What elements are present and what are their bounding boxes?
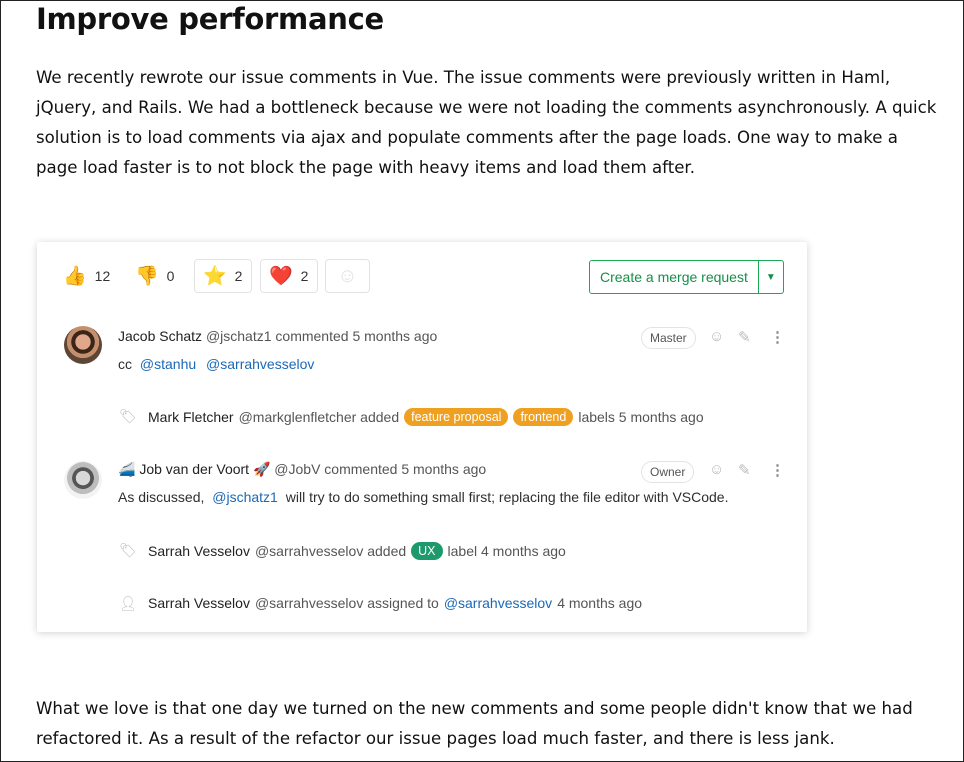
create-merge-request-button[interactable]: Create a merge request <box>590 261 758 293</box>
label-badge[interactable]: UX <box>411 542 443 560</box>
note-body: As discussed, @jschatz1 will try to do s… <box>118 489 728 505</box>
avatar[interactable] <box>64 326 102 364</box>
caret-down-icon: ▼ <box>765 271 776 283</box>
merge-request-dropdown-toggle[interactable]: ▼ <box>757 261 783 293</box>
award-bar: 👍 12 👎 0 ⭐ 2 ❤️ 2 ☺ Create a merge reque… <box>37 242 807 312</box>
user-mention[interactable]: @sarrahvesselov <box>444 595 552 611</box>
system-note: 🏷︎ Sarrah Vesselov @sarrahvesselov added… <box>37 540 807 562</box>
award-count: 2 <box>234 268 243 284</box>
system-note-text: Sarrah Vesselov @sarrahvesselov added UX… <box>148 542 566 560</box>
label-badge[interactable]: frontend <box>513 408 574 426</box>
award-heart[interactable]: ❤️ 2 <box>260 259 318 293</box>
note-text: cc <box>118 356 132 372</box>
intro-paragraph: We recently rewrote our issue comments i… <box>36 68 937 177</box>
closing-paragraph: What we love is that one day we turned o… <box>36 699 913 748</box>
system-note-suffix: labels 5 months ago <box>578 409 704 425</box>
system-note-text: Sarrah Vesselov @sarrahvesselov assigned… <box>148 595 642 611</box>
add-reaction-icon[interactable]: ☺ <box>709 461 724 478</box>
author-handle: @sarrahvesselov added <box>254 543 407 559</box>
author-handle: @markglenfletcher added <box>238 409 400 425</box>
award-thumbsup[interactable]: 👍 12 <box>63 259 110 293</box>
label-badge[interactable]: feature proposal <box>404 408 509 426</box>
user-mention[interactable]: @stanhu <box>140 356 196 372</box>
author-handle: @sarrahvesselov assigned to <box>254 595 439 611</box>
author-name[interactable]: Job van der Voort <box>139 461 249 477</box>
tag-icon: 🏷︎ <box>119 542 137 558</box>
author-name[interactable]: Mark Fletcher <box>148 409 234 425</box>
heart-icon: ❤️ <box>269 265 293 287</box>
user-icon: 👤︎ <box>119 595 137 611</box>
user-mention[interactable]: @sarrahvesselov <box>206 356 314 372</box>
note-meta: @JobV commented 5 months ago <box>274 461 487 477</box>
system-note-text: Mark Fletcher @markglenfletcher added fe… <box>148 408 704 426</box>
role-badge: Master <box>641 327 696 349</box>
note-text: As discussed, <box>118 489 205 505</box>
more-actions-icon[interactable]: ⋮ <box>770 461 785 479</box>
award-count: 2 <box>300 268 309 284</box>
page-title: Improve performance <box>36 2 384 36</box>
note-header: Jacob Schatz @jschatz1 commented 5 month… <box>118 328 437 344</box>
tag-icon: 🏷︎ <box>119 408 137 424</box>
award-count: 12 <box>94 268 111 284</box>
system-note: 🏷︎ Mark Fletcher @markglenfletcher added… <box>37 406 807 428</box>
role-badge: Owner <box>641 461 695 483</box>
issue-comments-screenshot: 👍 12 👎 0 ⭐ 2 ❤️ 2 ☺ Create a merge reque… <box>37 242 807 632</box>
add-reaction-icon[interactable]: ☺ <box>709 328 724 345</box>
award-thumbsdown[interactable]: 👎 0 <box>135 259 174 293</box>
rocket-icon: 🚀 <box>252 461 271 477</box>
note-header: 🚄 Job van der Voort 🚀 @JobV commented 5 … <box>118 461 486 478</box>
more-actions-icon[interactable]: ⋮ <box>770 328 785 346</box>
note-text: will try to do something small first; re… <box>285 489 729 505</box>
star-icon: ⭐ <box>203 265 227 287</box>
thumbsdown-icon: 👎 <box>135 265 159 287</box>
user-mention[interactable]: @jschatz1 <box>212 489 278 505</box>
system-note-suffix: label 4 months ago <box>447 543 566 559</box>
award-star[interactable]: ⭐ 2 <box>194 259 252 293</box>
system-note: 👤︎ Sarrah Vesselov @sarrahvesselov assig… <box>37 593 807 615</box>
award-count: 0 <box>166 268 175 284</box>
author-name[interactable]: Jacob Schatz <box>118 328 202 344</box>
note-meta: @jschatz1 commented 5 months ago <box>205 328 438 344</box>
system-note-suffix: 4 months ago <box>557 595 643 611</box>
add-reaction-button[interactable]: ☺ <box>325 259 370 293</box>
edit-icon[interactable]: ✎ <box>738 461 751 479</box>
thumbsup-icon: 👍 <box>63 265 87 287</box>
create-merge-request-split-button: Create a merge request ▼ <box>589 260 784 294</box>
train-icon: 🚄 <box>118 461 136 477</box>
note-body: cc @stanhu @sarrahvesselov <box>118 356 314 372</box>
add-reaction-icon: ☺ <box>337 264 358 287</box>
author-name[interactable]: Sarrah Vesselov <box>148 595 250 611</box>
edit-icon[interactable]: ✎ <box>738 328 751 346</box>
author-name[interactable]: Sarrah Vesselov <box>148 543 250 559</box>
avatar[interactable] <box>64 461 102 499</box>
